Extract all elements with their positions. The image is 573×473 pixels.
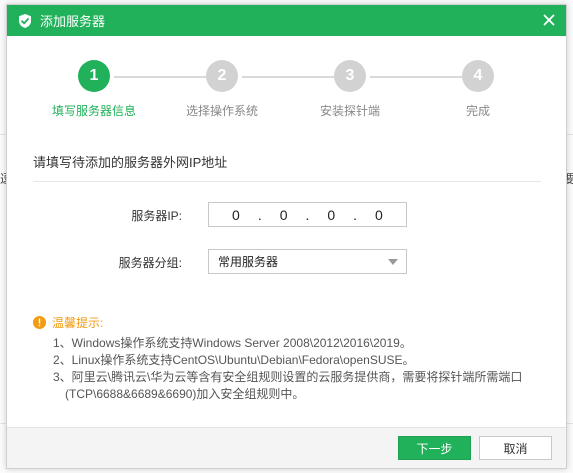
ip-separator: .: [353, 206, 358, 223]
ip-separator: .: [305, 206, 310, 223]
section-heading: 请填写待添加的服务器外网IP地址: [33, 152, 541, 182]
server-group-value: 常用服务器: [218, 255, 279, 269]
close-icon: [543, 14, 555, 26]
step-number: 4: [462, 60, 494, 92]
ip-octet-input[interactable]: 0: [272, 207, 296, 223]
wizard-stepper: 1 填写服务器信息 2 选择操作系统 3 安装探针端 4 完成: [7, 60, 566, 130]
step-number: 3: [334, 60, 366, 92]
step-3: 3 安装探针端: [295, 60, 405, 119]
warning-icon: [33, 316, 46, 329]
ip-separator: .: [257, 206, 262, 223]
cancel-button[interactable]: 取消: [479, 436, 552, 460]
tip-item: (TCP\6688&6689&6690)加入安全组规则中。: [65, 387, 305, 401]
step-label: 安装探针端: [319, 104, 380, 118]
dialog-title: 添加服务器: [40, 14, 106, 29]
tips-header: 温馨提示:: [33, 314, 543, 331]
dialog-titlebar: 添加服务器: [7, 5, 566, 36]
close-button[interactable]: [540, 11, 558, 29]
group-row: 服务器分组: 常用服务器: [7, 249, 566, 275]
server-group-select[interactable]: 常用服务器: [208, 249, 407, 274]
step-4: 4 完成: [423, 60, 533, 119]
ip-octet-input[interactable]: 0: [319, 207, 343, 223]
group-label: 服务器分组:: [118, 256, 182, 270]
step-2: 2 选择操作系统: [167, 60, 277, 119]
step-label: 选择操作系统: [185, 104, 258, 118]
tips-panel: 温馨提示: 1、Windows操作系统支持Windows Server 2008…: [33, 314, 543, 403]
shield-logo-icon: [19, 13, 31, 28]
step-1: 1 填写服务器信息: [39, 60, 149, 119]
dialog-footer: 下一步 取消: [7, 427, 566, 468]
tip-item: 2、Linux操作系统支持CentOS\Ubuntu\Debian\Fedora…: [53, 353, 415, 367]
next-button[interactable]: 下一步: [398, 436, 471, 460]
ip-address-input[interactable]: 0 . 0 . 0 . 0: [208, 202, 407, 227]
dropdown-arrow-icon: [388, 259, 398, 265]
ip-octet-input[interactable]: 0: [367, 207, 391, 223]
ip-row: 服务器IP: 0 . 0 . 0 . 0: [7, 202, 566, 228]
tip-item: 1、Windows操作系统支持Windows Server 2008\2012\…: [53, 336, 412, 350]
tip-item: 3、阿里云\腾讯云\华为云等含有安全组规则设置的云服务提供商，需要将探针端所需端…: [53, 370, 523, 384]
ip-octet-input[interactable]: 0: [224, 207, 248, 223]
step-number: 1: [78, 60, 110, 92]
step-number: 2: [206, 60, 238, 92]
step-label: 完成: [465, 104, 490, 118]
tips-list: 1、Windows操作系统支持Windows Server 2008\2012\…: [33, 335, 543, 403]
step-label: 填写服务器信息: [51, 104, 136, 118]
add-server-dialog: 添加服务器 1 填写服务器信息 2 选择操作系统 3 安装探针端 4 完成 请填…: [6, 4, 567, 469]
tips-title: 温馨提示:: [52, 316, 104, 330]
ip-label: 服务器IP:: [131, 209, 182, 223]
